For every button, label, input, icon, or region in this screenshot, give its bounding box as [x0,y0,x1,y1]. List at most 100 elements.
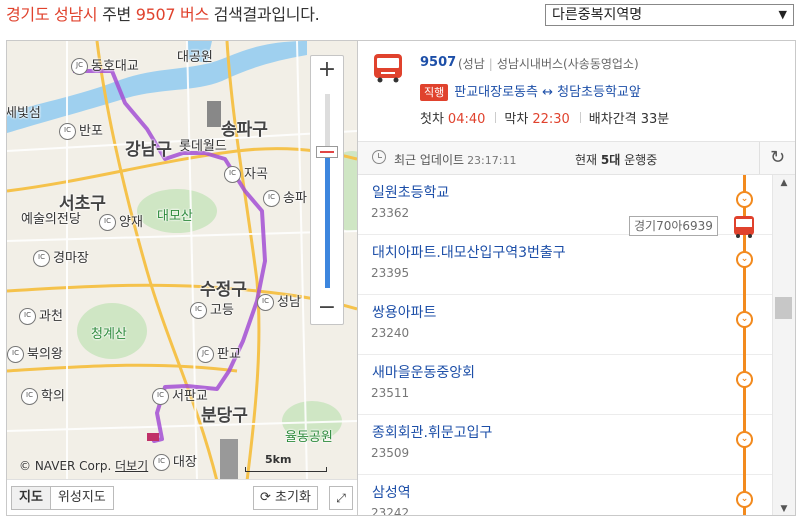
route-meta: (성남 | 성남시내버스(사송동영업소) [458,57,639,71]
direction-arrow-icon: ⌄ [736,371,753,388]
region-select[interactable]: 다른중복지역명 ▼ [545,4,794,26]
route-map[interactable]: 동호대교 대공원 세빛섬 반포 강남구 롯데월드 송파구 자곡 송파 서초구 예… [6,40,358,516]
map-label-sujeonggu: 수정구 [200,280,247,300]
page: { "header": { "region": "경기도 성남시", "mid"… [0,0,801,521]
map-label-sebitseom: 세빛섬 [6,106,41,121]
stop-name[interactable]: 새마을운동중앙회 [372,362,475,382]
stop-id: 23242 [371,506,410,516]
bus-icon [374,54,402,83]
map-label-lotteworld: 롯데월드 [179,139,227,154]
map-label-yangjae: 양재 [99,211,143,231]
map-label-gangnamgu: 강남구 [125,140,172,160]
expand-icon: ⤢ [336,491,346,505]
direction-arrow-icon: ⌄ [736,191,753,208]
map-label-daemosan: 대모산 [157,209,193,224]
map-label-daejang: 대장 [153,451,197,471]
op-suffix: 운행중 [624,153,658,167]
route-times: 첫차 04:40 막차 22:30 배차간격 33분 [420,108,669,127]
zoom-slider-fill [325,152,330,288]
region-select-value: 다른중복지역명 [552,7,643,23]
stop-name[interactable]: 일원초등학교 [372,182,449,202]
refresh-button[interactable]: ↻ [759,142,795,174]
direction-arrow-icon: ⌄ [736,431,753,448]
op-prefix: 현재 [575,153,598,167]
direction-arrow-icon: ⌄ [736,491,753,508]
map-label-daegongwon: 대공원 [177,50,213,65]
stop-id: 23509 [371,446,410,460]
stop-id: 23511 [371,386,410,400]
map-label-pangyo: 판교 [197,343,241,363]
map-credit: © NAVER Corp. 더보기 [19,457,148,474]
map-label-songpagu: 송파구 [221,120,268,140]
map-label-songpa: 송파 [263,187,307,207]
refresh-icon: ⟳ [260,490,271,505]
credit-text: © NAVER Corp. [19,459,112,473]
list-item[interactable]: 쌍용아파트 23240 [358,295,772,355]
bus-plate-tag: 경기70아6939 [629,216,718,236]
search-result-heading: 경기도 성남시 주변 9507 버스 검색결과입니다. [6,2,320,28]
map-reset-button[interactable]: ⟳ 초기화 [253,486,318,510]
stop-list: 일원초등학교 23362 대치아파트.대모산입구역3번출구 23395 쌍용아파… [358,175,795,516]
map-label-yuldong: 율동공원 [285,430,333,445]
update-time: 23:17:11 [467,154,517,167]
zoom-control: + − [310,55,344,325]
operating-count: 현재 5대 운행중 [575,151,657,168]
list-item[interactable]: 삼성역 23242 [358,475,772,516]
route-info-panel: 9507 (성남 | 성남시내버스(사송동영업소) 직행 판교대장로동측 ↔ 청담초등… [358,40,796,516]
region-name: 경기도 성남시 [6,5,98,24]
map-label-jagok: 자곡 [224,163,268,183]
update-label: 최근 업데이트 [394,153,465,167]
stop-name[interactable]: 대치아파트.대모산입구역3번출구 [372,242,566,262]
stop-name[interactable]: 쌍용아파트 [372,302,436,322]
heading-mid: 주변 [97,5,136,24]
stop-id: 23362 [371,206,410,220]
bus-location-icon[interactable] [732,215,756,239]
map-type-satellite[interactable]: 위성지도 [51,487,113,509]
list-item[interactable]: 새마을운동중앙회 23511 [358,355,772,415]
zoom-slider[interactable] [316,94,338,288]
map-label-seopangyo: 서판교 [152,385,208,405]
route-region: (성남 [458,57,485,71]
map-label-seongnam: 성남 [257,291,301,311]
map-label-yesul: 예술의전당 [21,212,81,227]
first-bus-time: 04:40 [447,112,486,127]
map-label-hakui: 학의 [21,385,65,405]
map-label-gwacheon: 과천 [19,305,63,325]
map-type-normal[interactable]: 지도 [12,487,51,509]
map-label-godeung: 고등 [190,299,234,319]
heading-tail: 검색결과입니다. [208,5,320,24]
map-label-banpo: 반포 [59,120,103,140]
clock-icon [372,150,386,164]
zoom-in-button[interactable]: + [311,56,343,86]
list-item[interactable]: 대치아파트.대모산입구역3번출구 23395 [358,235,772,295]
scroll-up-icon[interactable]: ▲ [773,175,795,191]
route-number: 9507 [420,55,457,70]
stop-name[interactable]: 종회회관.휘문고입구 [372,422,492,442]
map-scale: 5km [245,453,327,472]
expand-button[interactable]: ⤢ [329,486,353,510]
update-info: 최근 업데이트 23:17:11 [394,151,516,168]
stop-list-scrollbar[interactable]: ▲ ▼ [772,175,795,515]
chevron-down-icon: ▼ [778,8,787,21]
zoom-slider-handle[interactable] [316,146,338,158]
route-name: 9507 버스 [135,5,209,24]
map-scale-label: 5km [265,453,292,466]
status-bar: 최근 업데이트 23:17:11 현재 5대 운행중 ↻ [358,141,795,175]
stop-name[interactable]: 삼성역 [372,482,411,502]
stop-id: 23240 [371,326,410,340]
route-path-text: 판교대장로동측 ↔ 청담초등학교앞 [454,85,641,100]
route-path: 직행 판교대장로동측 ↔ 청담초등학교앞 [420,81,641,101]
scroll-thumb[interactable] [775,297,792,319]
interval-label: 배차간격 [588,112,637,127]
interval-value: 33분 [640,112,670,127]
map-label-donghodaegyo: 동호대교 [71,55,139,75]
list-item[interactable]: 종회회관.휘문고입구 23509 [358,415,772,475]
map-label-bundanggu: 분당구 [201,406,248,426]
credit-more-link[interactable]: 더보기 [115,459,148,473]
map-type-toggle: 지도 위성지도 [11,486,114,510]
first-bus-label: 첫차 [420,112,444,127]
scroll-down-icon[interactable]: ▼ [773,501,795,515]
zoom-out-button[interactable]: − [311,294,343,324]
refresh-icon: ↻ [769,147,786,168]
last-bus-label: 막차 [504,112,529,127]
